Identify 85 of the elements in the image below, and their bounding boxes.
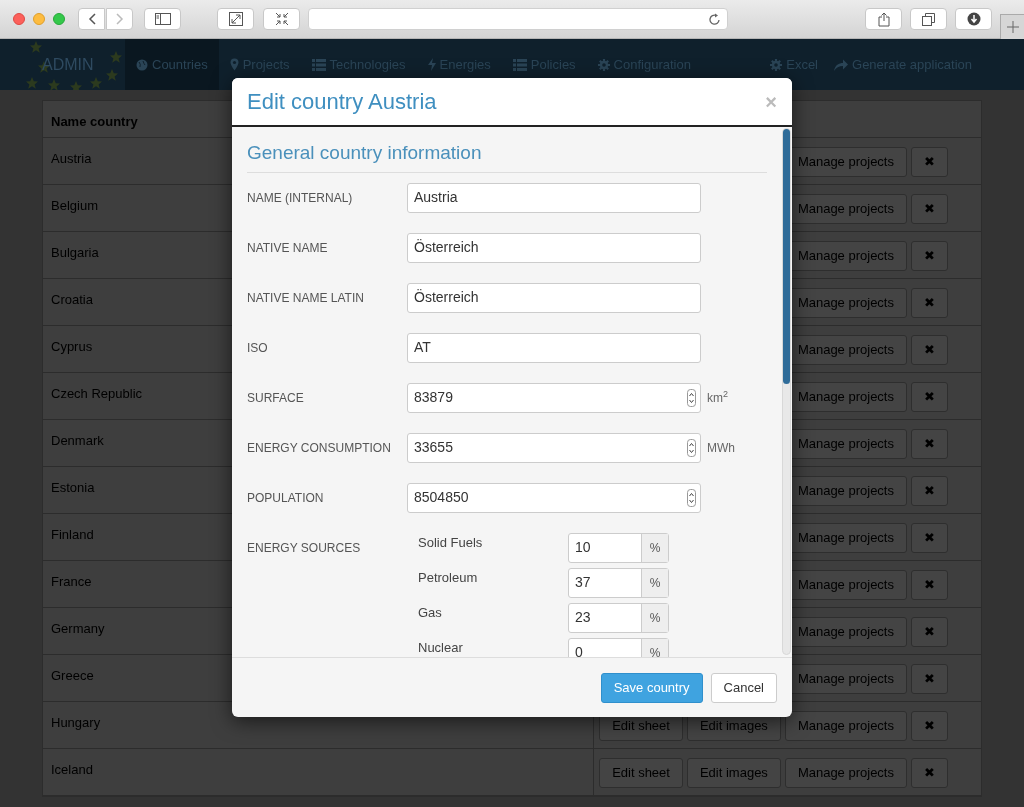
expand-icon: [228, 12, 243, 26]
delete-button[interactable]: ✖: [911, 570, 948, 600]
delete-button[interactable]: ✖: [911, 147, 948, 177]
delete-button[interactable]: ✖: [911, 288, 948, 318]
tabs-icon: [922, 12, 935, 26]
zoom-window-icon[interactable]: [53, 13, 65, 25]
delete-button[interactable]: ✖: [911, 241, 948, 271]
delete-button[interactable]: ✖: [911, 617, 948, 647]
percent-field[interactable]: 0 %: [568, 637, 669, 657]
source-label: Nuclear: [418, 638, 464, 657]
reload-icon[interactable]: [709, 12, 721, 26]
field-label: ENERGY SOURCES: [247, 539, 362, 557]
share-button[interactable]: [865, 8, 902, 30]
globe-icon: [136, 58, 148, 71]
delete-button[interactable]: ✖: [911, 664, 948, 694]
lightning-icon: [427, 58, 436, 71]
fullscreen-button[interactable]: [217, 8, 254, 30]
back-button[interactable]: [78, 8, 105, 30]
share-arrow-icon: [834, 58, 848, 71]
input-field[interactable]: 33655: [407, 432, 701, 463]
list-icon: [512, 58, 527, 71]
forward-icon: [115, 13, 124, 25]
settings-icon: [770, 58, 783, 71]
collapse-icon: [274, 12, 289, 26]
delete-button[interactable]: ✖: [911, 476, 948, 506]
source-label: Solid Fuels: [418, 533, 484, 552]
field-label: SURFACE: [247, 389, 305, 407]
delete-button[interactable]: ✖: [911, 711, 948, 741]
field-label: ISO: [247, 339, 269, 357]
close-button[interactable]: ×: [765, 91, 777, 112]
tabs-button[interactable]: [910, 8, 947, 30]
table-cell: Iceland: [43, 749, 594, 795]
field-label: ENERGY CONSUMPTION: [247, 439, 392, 457]
settings-icon: [597, 58, 610, 71]
close-window-icon[interactable]: [13, 13, 25, 25]
row-action-button[interactable]: Manage projects: [784, 711, 907, 741]
input-field[interactable]: AT: [407, 332, 701, 363]
save-button[interactable]: Save country: [600, 672, 703, 703]
input-field[interactable]: Austria: [407, 182, 701, 213]
minimize-window-icon[interactable]: [33, 13, 45, 25]
percent-field[interactable]: 37 %: [568, 567, 669, 598]
cancel-button[interactable]: Cancel: [710, 672, 777, 703]
back-icon: [87, 13, 96, 25]
share-icon: [877, 11, 890, 27]
sidebar-button[interactable]: [144, 8, 181, 30]
scrollbar[interactable]: [782, 128, 791, 655]
scrollbar-thumb[interactable]: [783, 129, 790, 384]
downloads-button[interactable]: [955, 8, 992, 30]
spinner-icon[interactable]: [687, 438, 696, 457]
delete-button[interactable]: ✖: [911, 194, 948, 224]
unit-label: km$^{2}$: [707, 388, 728, 407]
input-field[interactable]: 8504850: [407, 482, 701, 513]
percent-field[interactable]: 23 %: [568, 602, 669, 633]
map-marker-icon: [229, 58, 239, 71]
row-action-button[interactable]: Edit sheet: [599, 758, 683, 788]
field-label: NATIVE NAME: [247, 239, 329, 257]
new-tab-button[interactable]: [1000, 14, 1024, 39]
delete-button[interactable]: ✖: [911, 758, 948, 788]
field-label: NATIVE NAME LATIN: [247, 289, 365, 307]
spinner-icon[interactable]: [687, 388, 696, 407]
delete-button[interactable]: ✖: [911, 429, 948, 459]
delete-button[interactable]: ✖: [911, 335, 948, 365]
row-action-button[interactable]: Manage projects: [784, 758, 907, 788]
list-icon: [311, 58, 326, 71]
logo[interactable]: ADMIN: [24, 39, 125, 90]
delete-button[interactable]: ✖: [911, 382, 948, 412]
section-title: General country information: [247, 139, 767, 173]
field-label: POPULATION: [247, 489, 325, 507]
delete-button[interactable]: ✖: [911, 523, 948, 553]
input-field[interactable]: 83879: [407, 382, 701, 413]
row-action-button[interactable]: Edit images: [686, 758, 781, 788]
address-field[interactable]: [308, 8, 728, 30]
stars-icon: [24, 39, 125, 90]
source-label: Petroleum: [418, 568, 479, 587]
field-label: NAME (INTERNAL): [247, 189, 354, 207]
input-field[interactable]: Österreich: [407, 282, 701, 313]
sidebar-icon: [154, 13, 171, 25]
spinner-icon[interactable]: [687, 488, 696, 507]
percent-field[interactable]: 10 %: [568, 532, 669, 563]
download-icon: [966, 12, 981, 26]
input-field[interactable]: Österreich: [407, 232, 701, 263]
plus-icon: [1006, 21, 1019, 33]
exit-fullscreen-button[interactable]: [263, 8, 300, 30]
forward-button[interactable]: [106, 8, 133, 30]
unit-label: MWh: [707, 439, 735, 457]
